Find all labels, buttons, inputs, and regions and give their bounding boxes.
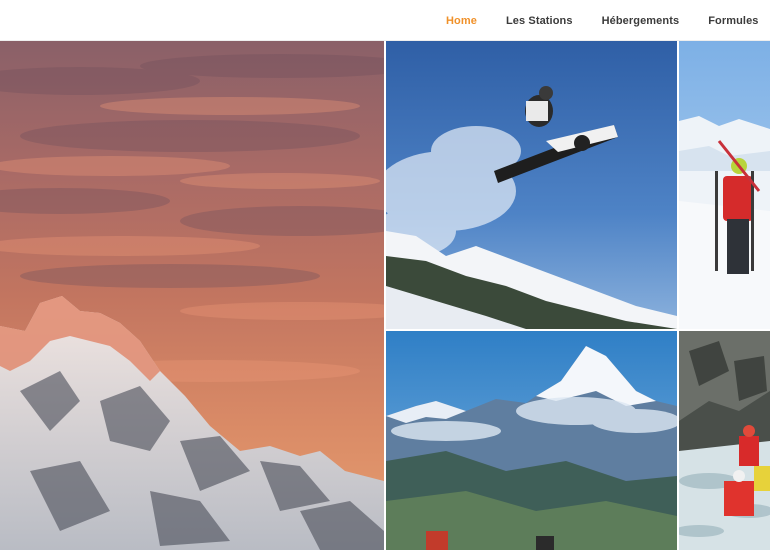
ski-mountaineer-image xyxy=(679,41,770,329)
rafting-photo[interactable] xyxy=(679,331,770,550)
snowboarder-jump-image xyxy=(386,41,677,329)
ski-mountaineer-photo[interactable] xyxy=(679,41,770,329)
nav-item-hebergements[interactable]: Hébergements xyxy=(602,15,680,27)
nav-item-home[interactable]: Home xyxy=(446,15,477,27)
site-header: Home Les Stations Hébergements Formules xyxy=(0,0,770,41)
nav-item-les-stations[interactable]: Les Stations xyxy=(506,15,573,27)
nav-item-formules[interactable]: Formules xyxy=(708,15,758,27)
sunset-mountain-image xyxy=(0,41,384,550)
alpine-peak-image xyxy=(386,331,677,550)
sunset-mountain-photo[interactable] xyxy=(0,41,384,550)
page: Home Les Stations Hébergements Formules xyxy=(0,0,770,550)
snowboarder-jump-photo[interactable] xyxy=(386,41,677,329)
alpine-peak-photo[interactable] xyxy=(386,331,677,550)
rafting-image xyxy=(679,331,770,550)
main-nav: Home Les Stations Hébergements Formules xyxy=(430,0,770,41)
